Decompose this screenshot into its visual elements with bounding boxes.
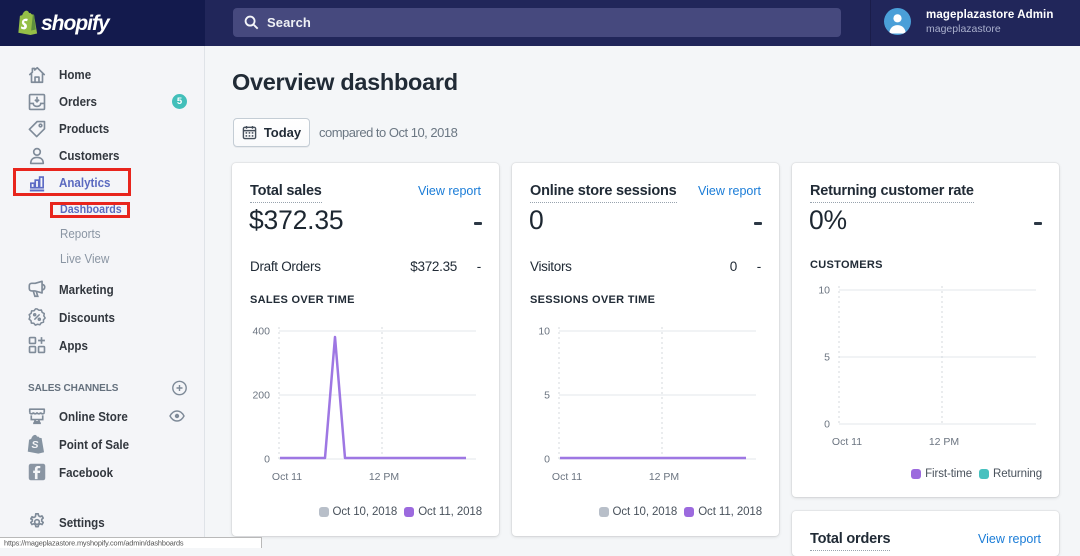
- svg-text:0: 0: [544, 454, 550, 466]
- svg-text:5: 5: [824, 352, 830, 364]
- svg-text:10: 10: [818, 285, 830, 297]
- svg-text:S: S: [32, 440, 39, 451]
- svg-text:12 PM: 12 PM: [369, 471, 399, 483]
- svg-text:5: 5: [544, 390, 550, 402]
- svg-text:Oct 11: Oct 11: [272, 471, 302, 483]
- svg-text:Oct 11: Oct 11: [832, 436, 862, 448]
- svg-text:200: 200: [252, 390, 270, 402]
- svg-text:0: 0: [824, 419, 830, 431]
- svg-text:Oct 11: Oct 11: [552, 471, 582, 483]
- svg-text:400: 400: [252, 326, 270, 338]
- svg-text:10: 10: [538, 326, 550, 338]
- svg-text:12 PM: 12 PM: [649, 471, 679, 483]
- svg-text:0: 0: [264, 454, 270, 466]
- svg-text:12 PM: 12 PM: [929, 436, 959, 448]
